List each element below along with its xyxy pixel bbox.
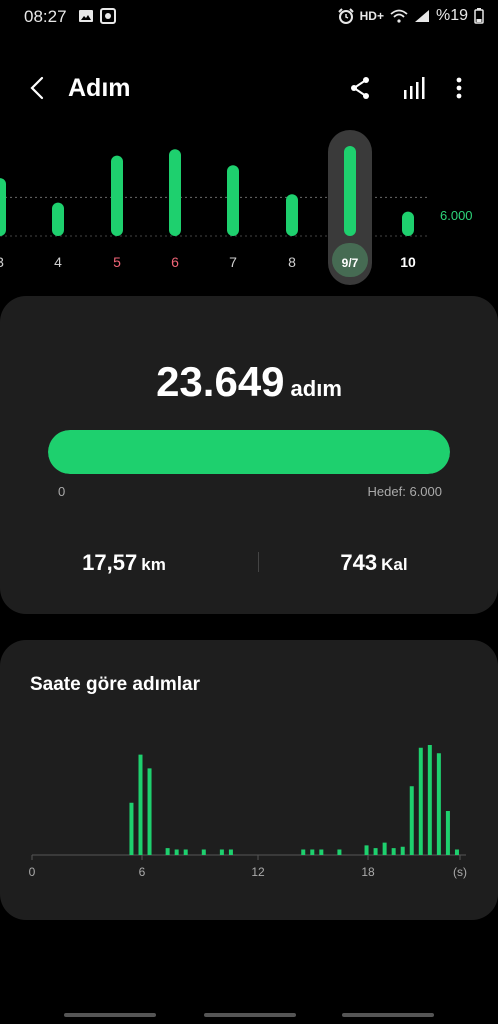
hourly-bar — [301, 849, 306, 855]
hourly-bar — [454, 849, 459, 855]
battery-text: %19 — [435, 7, 468, 24]
hourly-bar — [319, 849, 324, 855]
steps-value: 23.649 — [156, 358, 285, 405]
hourly-bar — [129, 802, 134, 855]
hourly-bar — [391, 848, 396, 855]
day-label[interactable]: 10 — [400, 254, 416, 270]
hourly-tick-label: 18 — [361, 865, 375, 879]
day-bar[interactable] — [169, 149, 181, 236]
alarm-icon — [337, 8, 354, 24]
hourly-bar — [373, 848, 378, 855]
day-label[interactable]: 3 — [0, 254, 4, 270]
day-label[interactable]: 6 — [171, 254, 179, 270]
hourly-bar — [382, 842, 387, 855]
hourly-bar — [409, 786, 414, 855]
status-time: 08:27 — [24, 7, 67, 26]
status-bar: 08:27 HD+ %19 — [0, 0, 498, 32]
day-label[interactable]: 5 — [113, 254, 121, 270]
goal-line-label: 6.000 — [440, 208, 473, 223]
calories-value: 743 — [340, 550, 378, 575]
hourly-bar — [138, 754, 143, 855]
daily-steps-chart[interactable]: 3 4 5 6 7 8 9/7 10 6.000 — [0, 128, 498, 288]
hourly-bar — [418, 747, 423, 855]
back-icon[interactable] — [24, 74, 52, 102]
steps-unit: adım — [290, 376, 342, 401]
calories-metric: 743 Kal — [250, 550, 498, 576]
daily-steps-svg[interactable]: 3 4 5 6 7 8 9/7 10 — [0, 128, 498, 288]
distance-metric: 17,57 km — [0, 550, 248, 576]
hourly-bar — [445, 811, 450, 855]
day-bar[interactable] — [286, 194, 298, 236]
nav-hint-home[interactable] — [204, 1013, 296, 1017]
day-label[interactable]: 8 — [288, 254, 296, 270]
steps-progress-bar — [48, 430, 450, 474]
nav-hint-left[interactable] — [64, 1013, 156, 1017]
day-bar[interactable] — [0, 178, 6, 236]
summary-card: 23.649 adım 0 Hedef: 6.000 17,57 km 743 Kal — [0, 296, 498, 614]
gesture-nav-bar — [0, 1000, 498, 1024]
hourly-steps-chart: 0 6 12 18 (s) — [29, 745, 467, 879]
hourly-bar — [201, 849, 206, 855]
hd-label: HD+ — [359, 9, 384, 23]
hourly-bar — [165, 848, 170, 855]
hourly-bar — [174, 849, 179, 855]
distance-unit: km — [141, 555, 166, 574]
progress-goal-label: Hedef: 6.000 — [367, 484, 442, 499]
hourly-bar — [364, 845, 369, 855]
app-bar: Adım — [0, 60, 498, 116]
hourly-tick-label: 0 — [29, 865, 36, 879]
wifi-icon — [390, 9, 408, 23]
hourly-bar — [147, 768, 152, 855]
bar-chart-icon[interactable] — [402, 76, 426, 100]
more-vert-icon[interactable] — [452, 76, 466, 100]
gallery-icon — [79, 10, 93, 22]
day-bar[interactable] — [111, 155, 123, 236]
day-bar[interactable] — [344, 146, 356, 236]
hourly-bar — [337, 849, 342, 855]
hourly-tick-label: 12 — [251, 865, 265, 879]
page-title: Adım — [68, 74, 131, 102]
hourly-tick-label: 6 — [139, 865, 146, 879]
steps-total: 23.649 adım — [0, 358, 498, 406]
hourly-bar — [310, 849, 315, 855]
calories-unit: Kal — [381, 555, 408, 574]
day-label[interactable]: 9/7 — [342, 256, 359, 270]
day-bar[interactable] — [402, 211, 414, 236]
hourly-tick-label: (s) — [453, 865, 467, 879]
hourly-bar — [183, 849, 188, 855]
steps-progress-fill — [48, 430, 450, 474]
day-bar[interactable] — [52, 202, 64, 236]
day-bar[interactable] — [227, 165, 239, 236]
hourly-bar — [400, 846, 405, 855]
hourly-bar — [219, 849, 224, 855]
progress-min-label: 0 — [58, 484, 66, 499]
distance-value: 17,57 — [82, 550, 138, 575]
share-icon[interactable] — [348, 76, 372, 100]
hourly-bar — [436, 753, 441, 855]
signal-icon — [414, 10, 429, 22]
battery-icon — [474, 8, 484, 24]
day-label[interactable]: 7 — [229, 254, 237, 270]
hourly-bar — [427, 745, 432, 855]
nav-hint-right[interactable] — [342, 1013, 434, 1017]
hourly-steps-card: Saate göre adımlar 0 6 12 18 (s) — [0, 640, 498, 920]
hourly-bar — [228, 849, 233, 855]
day-label[interactable]: 4 — [54, 254, 62, 270]
screen-record-icon — [100, 8, 116, 24]
